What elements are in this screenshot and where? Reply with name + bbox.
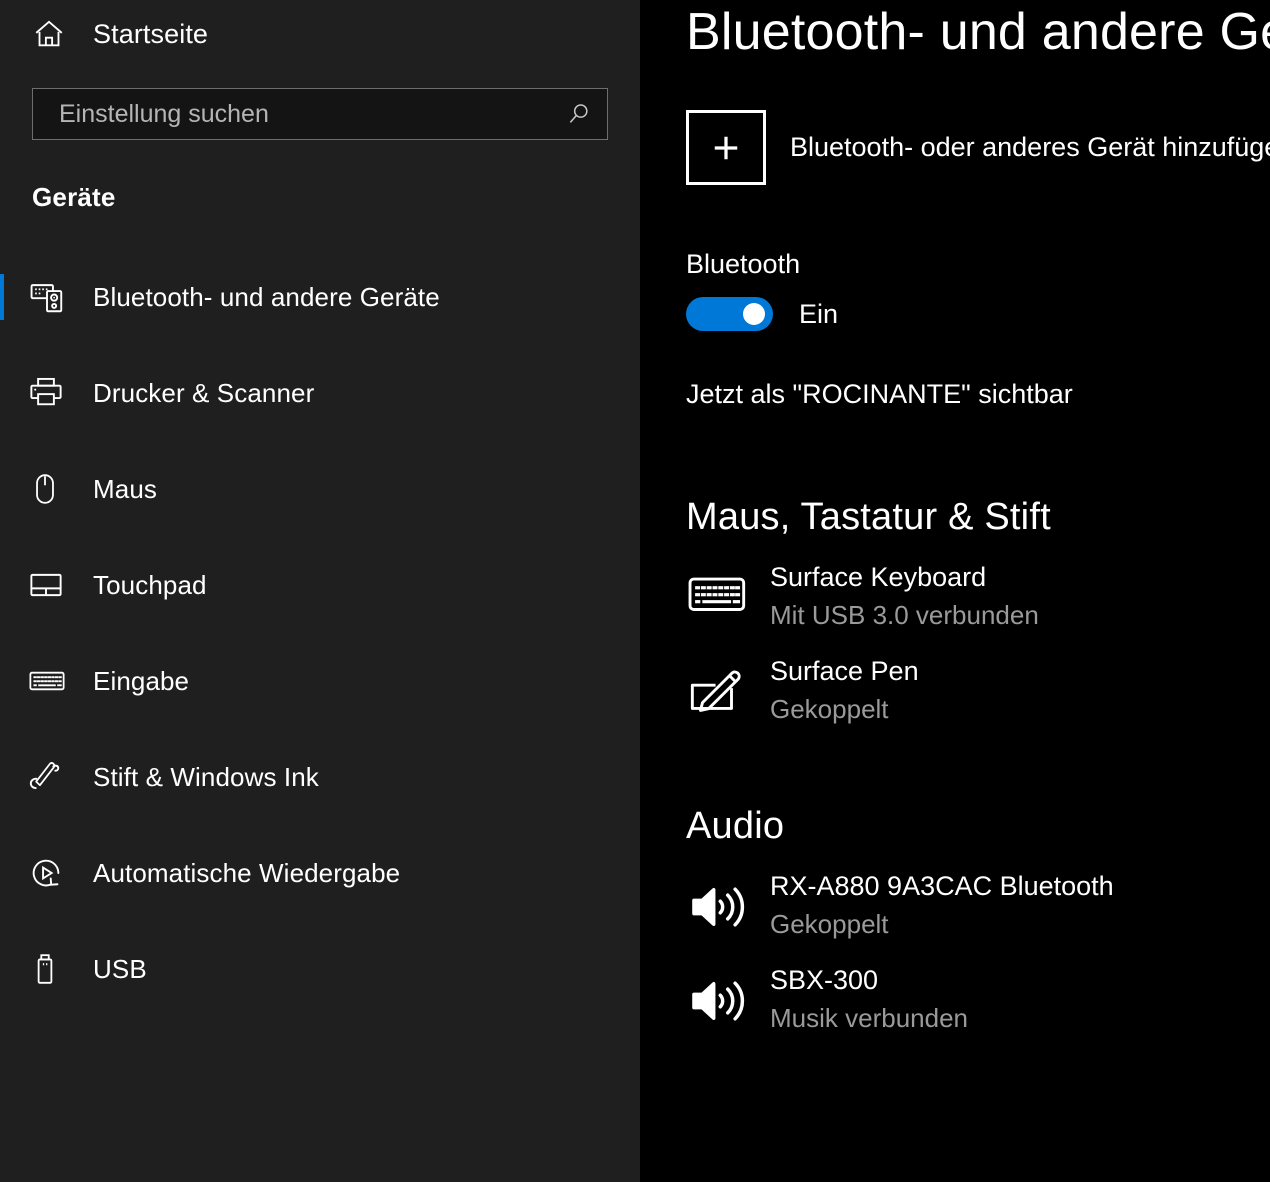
bluetooth-toggle-state: Ein xyxy=(799,298,839,329)
speaker-icon xyxy=(686,870,748,932)
sidebar-item-label: Bluetooth- und andere Geräte xyxy=(93,281,440,312)
device-text: RX-A880 9A3CAC Bluetooth Gekoppelt xyxy=(770,870,1114,942)
add-device-button[interactable]: Bluetooth- oder anderes Gerät hinzufügen xyxy=(686,110,1270,185)
sidebar-item-mouse[interactable]: Maus xyxy=(0,441,640,537)
sidebar-group-title: Geräte xyxy=(32,182,116,212)
printer-icon xyxy=(28,375,74,411)
home-label: Startseite xyxy=(93,18,209,49)
device-row[interactable]: Surface Pen Gekoppelt xyxy=(686,655,1270,727)
keyboard-icon xyxy=(28,662,74,700)
pen-tablet-icon xyxy=(686,655,748,715)
autoplay-icon xyxy=(28,855,74,891)
device-text: Surface Pen Gekoppelt xyxy=(770,655,919,727)
home-icon xyxy=(32,17,76,51)
bluetooth-section-label: Bluetooth xyxy=(686,249,801,279)
main-content: Bluetooth- und andere Geräte Bluetooth- … xyxy=(640,0,1270,1182)
device-row[interactable]: Surface Keyboard Mit USB 3.0 verbunden xyxy=(686,561,1270,633)
sidebar-item-label: Maus xyxy=(93,473,157,504)
search-button[interactable] xyxy=(551,89,607,139)
device-status: Musik verbunden xyxy=(770,1003,968,1034)
device-name: Surface Keyboard xyxy=(770,562,987,592)
device-status: Gekoppelt xyxy=(770,909,889,940)
sidebar-item-usb[interactable]: USB xyxy=(0,921,640,1017)
section-heading: Maus, Tastatur & Stift xyxy=(686,496,1051,538)
keyboard-icon xyxy=(686,561,748,617)
device-text: Surface Keyboard Mit USB 3.0 verbunden xyxy=(770,561,1039,633)
sidebar-item-printers-scanners[interactable]: Drucker & Scanner xyxy=(0,345,640,441)
sidebar-item-label: Automatische Wiedergabe xyxy=(93,857,401,888)
bluetooth-visibility-note: Jetzt als "ROCINANTE" sichtbar xyxy=(686,379,1073,409)
sidebar-item-label: USB xyxy=(93,953,147,984)
sidebar-item-typing[interactable]: Eingabe xyxy=(0,633,640,729)
touchpad-icon xyxy=(28,567,74,603)
device-status: Gekoppelt xyxy=(770,693,889,724)
pen-icon xyxy=(28,759,74,795)
device-list: Surface Keyboard Mit USB 3.0 verbunden S… xyxy=(686,561,1270,727)
speaker-icon xyxy=(686,964,748,1026)
device-name: SBX-300 xyxy=(770,965,879,996)
sidebar-item-autoplay[interactable]: Automatische Wiedergabe xyxy=(0,825,640,921)
selection-indicator xyxy=(0,274,4,320)
sidebar: Startseite Geräte xyxy=(0,0,640,1182)
sidebar-nav: Bluetooth- und andere Geräte Drucker & S… xyxy=(0,249,640,1017)
sidebar-item-bluetooth-devices[interactable]: Bluetooth- und andere Geräte xyxy=(0,249,640,345)
device-status: Mit USB 3.0 verbunden xyxy=(770,599,1039,630)
toggle-knob xyxy=(743,303,765,325)
device-name: RX-A880 9A3CAC Bluetooth xyxy=(770,871,1114,902)
bluetooth-toggle[interactable] xyxy=(686,297,773,331)
sidebar-item-pen-windows-ink[interactable]: Stift & Windows Ink xyxy=(0,729,640,825)
section-mouse-keyboard-pen: Maus, Tastatur & Stift Surface Keyboard … xyxy=(686,496,1270,727)
sidebar-item-label: Drucker & Scanner xyxy=(93,377,315,408)
page-title: Bluetooth- und andere Geräte xyxy=(686,3,1270,61)
section-audio: Audio RX-A880 9A3CAC Bluetooth Gekoppelt xyxy=(686,805,1270,1036)
search-input[interactable] xyxy=(33,99,551,129)
device-list: RX-A880 9A3CAC Bluetooth Gekoppelt SBX-3… xyxy=(686,870,1270,1036)
sidebar-item-label: Stift & Windows Ink xyxy=(93,761,319,792)
search-box[interactable] xyxy=(32,88,608,140)
sidebar-item-label: Eingabe xyxy=(93,665,190,696)
settings-window: Startseite Geräte xyxy=(0,0,1270,1182)
device-row[interactable]: SBX-300 Musik verbunden xyxy=(686,964,1270,1036)
device-row[interactable]: RX-A880 9A3CAC Bluetooth Gekoppelt xyxy=(686,870,1270,942)
sidebar-item-label: Touchpad xyxy=(93,569,207,600)
mouse-icon xyxy=(28,472,74,506)
device-name: Surface Pen xyxy=(770,656,919,687)
bluetooth-devices-icon xyxy=(28,278,74,316)
sidebar-item-touchpad[interactable]: Touchpad xyxy=(0,537,640,633)
section-heading: Audio xyxy=(686,805,785,848)
bluetooth-toggle-row: Ein xyxy=(686,297,1270,331)
usb-icon xyxy=(28,952,74,986)
home-button[interactable]: Startseite xyxy=(0,8,640,60)
add-device-label: Bluetooth- oder anderes Gerät hinzufügen xyxy=(790,132,1270,162)
plus-icon xyxy=(686,110,766,185)
device-text: SBX-300 Musik verbunden xyxy=(770,964,968,1036)
